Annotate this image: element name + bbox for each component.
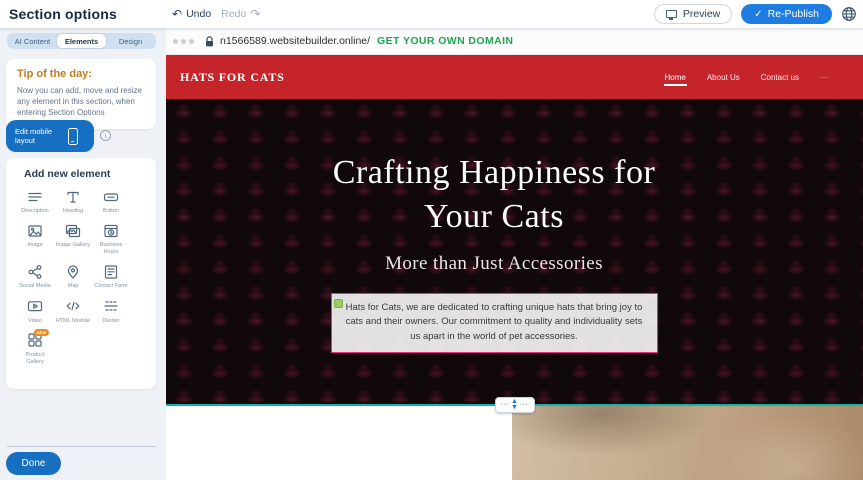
republish-label: Re-Publish [768, 8, 819, 20]
social-media-icon [27, 263, 44, 280]
html-code-icon [65, 298, 82, 315]
redo-button[interactable]: Redo ↷ [221, 8, 260, 20]
element-divider[interactable]: Divider [92, 298, 130, 325]
preview-button[interactable]: Preview [654, 4, 732, 24]
topbar-actions: Preview ✓ Re-Publish [654, 0, 857, 28]
hero-title-line1: Crafting Happiness for [166, 151, 822, 195]
element-product-gallery[interactable]: NEW Product Gallery [16, 332, 54, 366]
topbar: Section options ↶ Undo Redo ↷ Preview ✓ … [0, 0, 863, 28]
element-grid: Description Heading Button Image [16, 188, 156, 366]
element-contact-form[interactable]: Contact Form [92, 263, 130, 290]
next-section-image [512, 406, 863, 480]
site-url[interactable]: n1566589.websitebuilder.online/ [220, 35, 370, 47]
get-domain-link[interactable]: GET YOUR OWN DOMAIN [377, 35, 513, 47]
site-logo[interactable]: HATS FOR CATS [180, 70, 285, 85]
image-icon [27, 222, 44, 239]
element-drag-handle-icon[interactable] [334, 299, 343, 308]
tab-elements[interactable]: Elements [57, 34, 106, 48]
browser-bar: n1566589.websitebuilder.online/ GET YOUR… [166, 28, 863, 55]
hero-section[interactable]: Crafting Happiness for Your Cats More th… [166, 99, 863, 404]
handle-dots-icon: ••• [520, 403, 528, 408]
edit-mobile-layout-button[interactable]: Edit mobile layout [6, 120, 94, 152]
redo-icon: ↷ [250, 8, 260, 20]
next-section-partial [166, 406, 863, 480]
site-preview: n1566589.websitebuilder.online/ GET YOUR… [166, 28, 863, 480]
element-business-hours[interactable]: Business Hours [92, 222, 130, 256]
tip-title: Tip of the day: [17, 68, 146, 80]
preview-label: Preview [683, 8, 720, 20]
video-icon [27, 298, 44, 315]
section-boundary-line: ••• ▲▼ ••• [166, 404, 863, 406]
heading-icon [65, 188, 82, 205]
language-globe-icon[interactable] [841, 6, 857, 22]
description-icon [27, 188, 44, 205]
element-description[interactable]: Description [16, 188, 54, 215]
element-image-gallery[interactable]: Image Gallery [54, 222, 92, 256]
lock-icon [205, 36, 214, 47]
hero-body-text: Hats for Cats, we are dedicated to craft… [346, 302, 643, 342]
check-icon: ✓ [754, 9, 762, 20]
tip-body: Now you can add, move and resize any ele… [17, 85, 146, 119]
hero-text-element-selected[interactable]: Hats for Cats, we are dedicated to craft… [331, 293, 658, 353]
edit-mobile-layout-label: Edit mobile layout [15, 127, 61, 146]
nav-about-us[interactable]: About Us [706, 69, 741, 86]
handle-dots-icon: ••• [501, 403, 509, 408]
element-button[interactable]: Button [92, 188, 130, 215]
element-image[interactable]: Image [16, 222, 54, 256]
sidebar-divider [7, 446, 156, 447]
undo-button[interactable]: ↶ Undo [172, 8, 211, 20]
window-dot-icon [189, 39, 194, 44]
mobile-phone-icon [68, 128, 78, 145]
sidebar: AI Content Elements Design Tip of the da… [0, 28, 166, 480]
element-html-module[interactable]: HTML Module [54, 298, 92, 325]
button-icon [103, 188, 120, 205]
element-map[interactable]: Map [54, 263, 92, 290]
undo-redo-group: ↶ Undo Redo ↷ [172, 0, 260, 28]
site-header: HATS FOR CATS Home About Us Contact us ⋯ [166, 55, 863, 99]
site-nav: Home About Us Contact us ⋯ [664, 55, 830, 99]
tab-ai-content[interactable]: AI Content [8, 34, 57, 48]
redo-label: Redo [221, 8, 246, 20]
add-element-title: Add new element [6, 168, 156, 180]
next-section-blank-area [166, 406, 512, 480]
done-button[interactable]: Done [6, 452, 61, 475]
undo-icon: ↶ [172, 8, 182, 20]
hero-subtitle[interactable]: More than Just Accessories [166, 253, 822, 275]
sidebar-tabs: AI Content Elements Design [7, 33, 156, 49]
resize-arrows-icon: ▲▼ [511, 399, 518, 410]
undo-label: Undo [186, 8, 211, 20]
add-element-panel: Add new element Description Heading Butt… [6, 158, 156, 389]
window-dot-icon [181, 39, 186, 44]
contact-form-icon [103, 263, 120, 280]
tab-design[interactable]: Design [106, 34, 155, 48]
window-dot-icon [173, 39, 178, 44]
info-icon[interactable]: i [100, 130, 111, 141]
element-video[interactable]: Video [16, 298, 54, 325]
new-badge: NEW [34, 329, 49, 336]
hero-content: Crafting Happiness for Your Cats More th… [166, 99, 822, 404]
business-hours-icon [103, 222, 120, 239]
hero-title[interactable]: Crafting Happiness for Your Cats [166, 151, 822, 238]
element-social-media[interactable]: Social Media [16, 263, 54, 290]
hero-title-line2: Your Cats [166, 195, 822, 239]
monitor-icon [666, 10, 677, 18]
nav-more-icon[interactable]: ⋯ [819, 69, 829, 86]
tip-of-the-day-card: Tip of the day: Now you can add, move an… [6, 59, 156, 129]
nav-home[interactable]: Home [664, 69, 687, 86]
section-resize-handle[interactable]: ••• ▲▼ ••• [495, 397, 535, 413]
page-title: Section options [0, 6, 117, 22]
nav-contact-us[interactable]: Contact us [760, 69, 800, 86]
divider-icon [103, 298, 120, 315]
republish-button[interactable]: ✓ Re-Publish [741, 4, 832, 24]
map-pin-icon [65, 263, 82, 280]
image-gallery-icon [65, 222, 82, 239]
element-heading[interactable]: Heading [54, 188, 92, 215]
